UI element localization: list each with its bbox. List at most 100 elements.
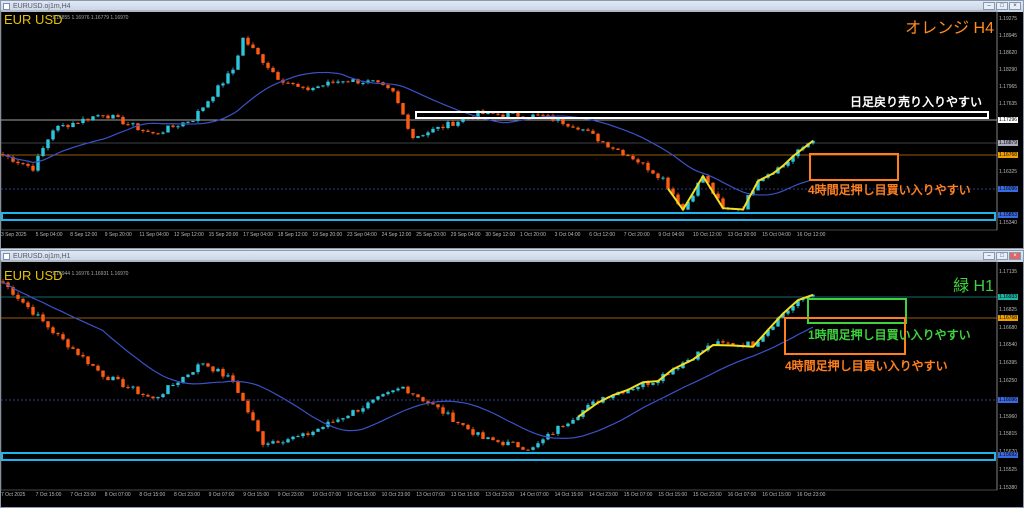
candle-body: [141, 130, 145, 132]
candle-body: [631, 389, 635, 391]
h4-buy-zone-box: [809, 153, 899, 181]
candle-body: [406, 114, 410, 129]
candle-body: [496, 440, 500, 442]
candle-body: [436, 404, 440, 408]
time-axis-label: 14 Oct 15:00: [554, 492, 584, 498]
candle-body: [126, 387, 130, 389]
candle-body: [156, 397, 160, 399]
candle-body: [286, 82, 290, 84]
candle-body: [286, 439, 290, 443]
support-zone-box: [1, 452, 996, 461]
candle-body: [66, 339, 70, 348]
candle-body: [566, 124, 570, 127]
candle-body: [506, 441, 510, 446]
time-axis-label: 8 Oct 23:00: [174, 492, 200, 498]
candle-body: [446, 121, 450, 129]
candle-body: [111, 115, 115, 119]
candle-body: [496, 113, 500, 115]
candle-body: [451, 121, 455, 126]
time-axis-label: 11 Sep 04:00: [139, 232, 169, 238]
candle-body: [326, 81, 330, 86]
candle-body: [421, 397, 425, 402]
support-zone-box: [1, 212, 996, 221]
annotation-1h-buy: 1時間足押し目買い入りやすい: [808, 328, 971, 342]
candle-body: [431, 403, 435, 405]
candle-body: [91, 116, 95, 121]
candle-body: [131, 123, 135, 125]
candle-body: [21, 163, 25, 165]
candle-body: [646, 162, 650, 171]
candle-body: [291, 83, 295, 85]
candle-body: [246, 400, 250, 413]
time-axis-label: 7 Oct 2025: [1, 492, 26, 498]
time-axis-label: 13 Oct 07:00: [416, 492, 445, 498]
candle-body: [91, 364, 95, 366]
candle-body: [141, 394, 145, 396]
candle-body: [241, 37, 245, 56]
candle-body: [96, 115, 100, 117]
price-tag: 1.16879: [998, 140, 1019, 146]
candle-body: [171, 384, 175, 386]
candle-body: [186, 374, 190, 377]
candle-body: [281, 442, 285, 444]
h4-candlestick-chart[interactable]: [0, 0, 1024, 249]
candle-body: [81, 354, 85, 357]
candle-body: [576, 416, 580, 420]
candle-body: [591, 130, 595, 134]
candle-body: [481, 432, 485, 440]
zigzag-trend-line: [667, 140, 814, 212]
price-axis-label: 1.16825: [999, 307, 1018, 314]
candle-body: [456, 121, 460, 126]
candle-body: [521, 447, 525, 450]
price-tag: 1.16096: [998, 186, 1019, 192]
time-axis-label: 15 Sep 20:00: [208, 232, 239, 238]
candle-body: [336, 419, 340, 422]
candle-body: [256, 47, 260, 55]
candle-body: [151, 131, 155, 134]
candle-body: [311, 88, 315, 91]
candle-body: [306, 87, 310, 91]
candle-body: [586, 129, 590, 131]
candle-body: [411, 393, 415, 395]
candle-body: [206, 363, 210, 367]
candle-body: [121, 379, 125, 388]
candle-body: [291, 436, 295, 440]
candle-body: [96, 365, 100, 371]
candle-body: [51, 130, 55, 140]
price-axis-label: 1.16680: [999, 325, 1018, 331]
candle-body: [231, 375, 235, 382]
time-axis-label: 8 Oct 07:00: [104, 492, 131, 498]
candle-body: [26, 164, 30, 166]
candle-body: [426, 132, 430, 136]
candle-body: [576, 127, 580, 130]
candle-body: [416, 136, 420, 139]
candle-body: [301, 86, 305, 88]
time-axis-label: 17 Sep 04:00: [243, 232, 273, 238]
candle-body: [386, 392, 390, 395]
price-tag: 1.15692: [998, 452, 1019, 458]
candle-body: [116, 376, 120, 380]
candle-body: [406, 386, 410, 394]
time-axis-label: 15 Oct 04:00: [762, 232, 791, 238]
candle-body: [571, 419, 575, 424]
price-tag: 1.17296: [998, 117, 1019, 123]
time-axis-label: 23 Sep 04:00: [347, 232, 377, 238]
candle-body: [556, 425, 560, 434]
timeframe-label: オレンジ H4: [905, 20, 994, 37]
candle-body: [206, 101, 210, 108]
candle-body: [161, 132, 165, 134]
time-axis-label: 7 Oct 23:00: [70, 492, 97, 498]
candle-body: [26, 302, 30, 308]
candle-body: [431, 128, 435, 133]
candle-body: [421, 135, 425, 137]
time-axis-label: 12 Sep 12:00: [174, 232, 204, 238]
candle-body: [601, 141, 605, 143]
time-axis-label: 8 Sep 12:00: [70, 232, 98, 238]
candle-body: [506, 113, 510, 117]
candle-body: [341, 418, 345, 420]
h1-candlestick-chart[interactable]: [0, 250, 1024, 508]
candle-body: [351, 410, 355, 416]
candle-body: [626, 155, 630, 157]
candle-body: [391, 88, 395, 92]
price-axis-label: 1.18290: [999, 67, 1018, 74]
